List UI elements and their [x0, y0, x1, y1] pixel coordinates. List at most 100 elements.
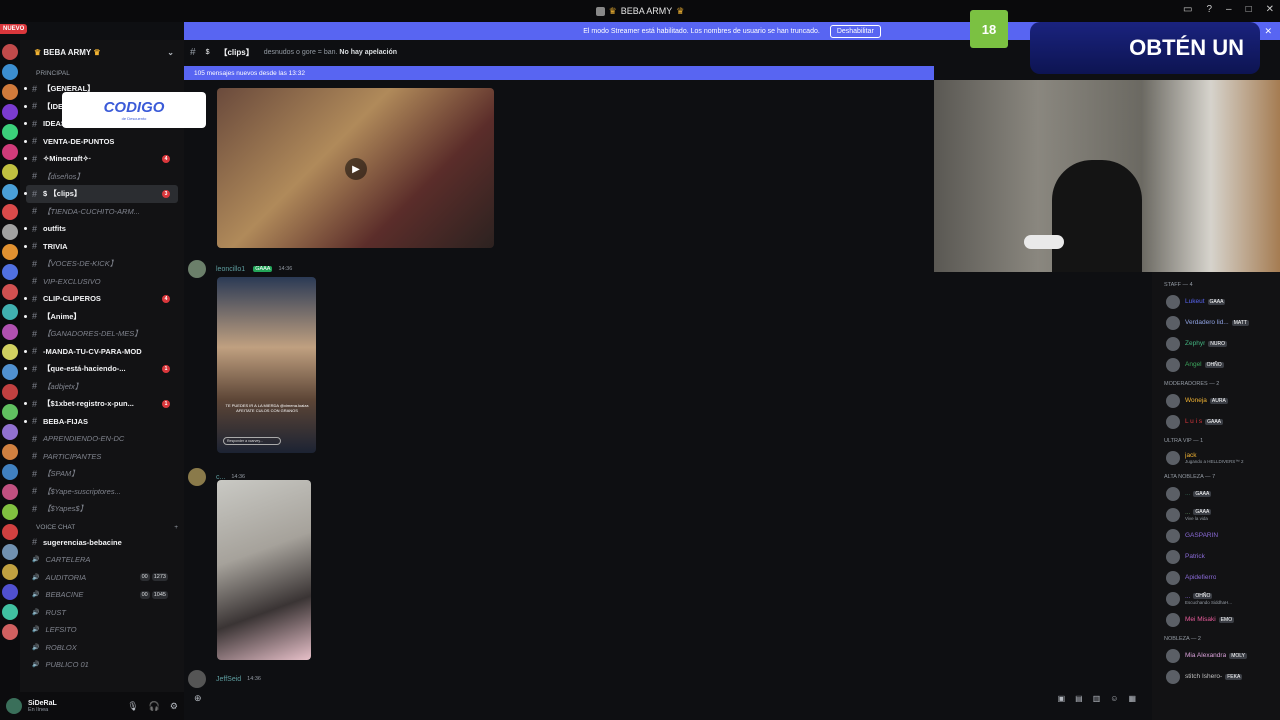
channel-item[interactable]: # VIP-EXCLUSIVO	[26, 273, 178, 291]
voice-channel-item[interactable]: 🔊 BEBACINE 00 1045	[26, 586, 178, 604]
member-item[interactable]: Woneja AURA	[1158, 390, 1274, 411]
server-icon[interactable]	[2, 584, 18, 600]
server-icon[interactable]	[2, 384, 18, 400]
emoji-icon[interactable]: ☺	[1110, 694, 1118, 703]
voice-channel-item[interactable]: 🔊 RUST	[26, 604, 178, 622]
message-input[interactable]	[210, 692, 1050, 704]
voice-channel-item[interactable]: 🔊 PUBLICO 01	[26, 656, 178, 674]
category-voice-chat[interactable]: VOICE CHAT +	[26, 518, 178, 534]
server-icon[interactable]	[2, 84, 18, 100]
server-icon[interactable]	[2, 484, 18, 500]
apps-icon[interactable]: ▦	[1128, 694, 1136, 703]
server-icon[interactable]	[2, 144, 18, 160]
channel-item[interactable]: # ✧Minecraft✧· 4	[24, 150, 178, 168]
disable-streamer-button[interactable]: Deshabilitar	[829, 24, 881, 38]
channel-item[interactable]: # 【Anime】	[24, 308, 178, 326]
channel-item[interactable]: # 【TIENDA-CUCHITO-ARM...	[26, 203, 178, 221]
avatar[interactable]	[188, 670, 206, 688]
member-item[interactable]: ... GAAA Vive la vida	[1158, 504, 1274, 525]
channel-item[interactable]: # 【GANADORES-DEL-MES】	[26, 325, 178, 343]
voice-channel-item[interactable]: 🔊 LEFSITO	[26, 621, 178, 639]
category-principal[interactable]: PRINCIPAL	[26, 64, 178, 80]
gift-icon[interactable]: ▣	[1058, 694, 1066, 703]
member-item[interactable]: GASPARIN	[1158, 525, 1274, 546]
channel-item[interactable]: # BEBA-FIJAS	[24, 413, 178, 431]
channel-item[interactable]: # 【que-está-haciendo-... 1	[24, 360, 178, 378]
server-icon[interactable]	[2, 424, 18, 440]
channel-item[interactable]: # $ 【clips】 3	[24, 185, 178, 203]
server-icon[interactable]	[2, 624, 18, 640]
avatar[interactable]	[188, 468, 206, 486]
member-item[interactable]: jack Jugando a HELLDIVERS™ 2	[1158, 447, 1274, 468]
member-item[interactable]: Zephyr NURO	[1158, 333, 1274, 354]
channel-item[interactable]: # outfits	[24, 220, 178, 238]
server-icon[interactable]	[2, 244, 18, 260]
member-item[interactable]: Mei Misaki EMO	[1158, 609, 1274, 630]
guild-header[interactable]: ♛ BEBA ARMY ♛ ⌄	[20, 40, 184, 64]
voice-channel-item[interactable]: # sugerencias-bebacine	[26, 534, 178, 552]
server-icon[interactable]	[2, 464, 18, 480]
voice-channel-item[interactable]: 🔊 AUDITORIA 00 1273	[26, 569, 178, 587]
server-icon[interactable]	[2, 264, 18, 280]
channel-item[interactable]: # 【VOCES-DE-KICK】	[26, 255, 178, 273]
clip-video-thumbnail[interactable]: ▶	[217, 88, 494, 248]
channel-item[interactable]: # APRENDIENDO-EN-DC	[26, 430, 178, 448]
reply-field[interactable]: Responder a xcarvey...	[223, 437, 281, 445]
server-icon[interactable]	[2, 184, 18, 200]
channel-item[interactable]: # 【SPAM】	[26, 465, 178, 483]
server-icon[interactable]	[2, 64, 18, 80]
channel-item[interactable]: # PARTICIPANTES	[26, 448, 178, 466]
server-icon[interactable]	[2, 544, 18, 560]
server-icon[interactable]	[2, 224, 18, 240]
sticker-icon[interactable]: ▥	[1093, 694, 1101, 703]
server-icon[interactable]	[2, 344, 18, 360]
server-icon[interactable]	[2, 444, 18, 460]
server-icon[interactable]	[2, 104, 18, 120]
channel-item[interactable]: # -MANDA-TU-CV-PARA-MOD	[24, 343, 178, 361]
mic-icon[interactable]: 🎙	[127, 701, 138, 712]
server-icon[interactable]	[2, 324, 18, 340]
server-icon[interactable]	[2, 164, 18, 180]
maximize-icon[interactable]: □	[1246, 4, 1252, 15]
new-messages-bar[interactable]: 105 mensajes nuevos desde las 13:32	[184, 66, 934, 80]
gif-icon[interactable]: ▤	[1075, 694, 1083, 703]
server-icon[interactable]	[2, 364, 18, 380]
message-author[interactable]: leoncillo1	[216, 266, 245, 273]
server-icon[interactable]	[2, 524, 18, 540]
close-banner-icon[interactable]: ✕	[1264, 26, 1272, 37]
channel-item[interactable]: # 【$1xbet-registro-x-pun... 1	[24, 395, 178, 413]
member-item[interactable]: Verdadero lid... MATT	[1158, 312, 1274, 333]
member-item[interactable]: ... OHÑO Escuchando SiddhaH...	[1158, 588, 1274, 609]
gear-icon[interactable]: ⚙	[170, 701, 178, 712]
server-icon[interactable]	[2, 124, 18, 140]
channel-item[interactable]: # 【diseños】	[26, 168, 178, 186]
channel-item[interactable]: # TRIVIA	[24, 238, 178, 256]
member-item[interactable]: Mia Alexandra MOLY	[1158, 645, 1274, 666]
channel-item[interactable]: # 【$Yapes$】	[26, 500, 178, 518]
clip-video-thumbnail[interactable]	[217, 480, 311, 660]
help-icon[interactable]: ?	[1206, 4, 1212, 15]
message-author[interactable]: JeffSeid	[216, 676, 241, 683]
channel-item[interactable]: # 【$Yape-suscriptores...	[26, 483, 178, 501]
attach-plus-icon[interactable]: ⊕	[194, 693, 202, 704]
channel-item[interactable]: # VENTA-DE-PUNTOS	[24, 133, 178, 151]
minimize-icon[interactable]: –	[1226, 4, 1232, 15]
member-item[interactable]: Apidefierro	[1158, 567, 1274, 588]
add-channel-icon[interactable]: +	[174, 524, 178, 531]
member-item[interactable]: Lukeut GAAA	[1158, 291, 1274, 312]
server-icon[interactable]	[2, 44, 18, 60]
server-icon[interactable]	[2, 564, 18, 580]
server-icon[interactable]	[2, 504, 18, 520]
server-icon[interactable]	[2, 284, 18, 300]
member-item[interactable]: stitch Ishero- FEKA	[1158, 666, 1274, 687]
member-item[interactable]: Patrick	[1158, 546, 1274, 567]
play-icon[interactable]: ▶	[345, 158, 367, 180]
server-icon[interactable]	[2, 304, 18, 320]
clip-video-thumbnail[interactable]: TE PUEDES IR A LA MIERDA @ximena.loaiza …	[217, 277, 316, 453]
voice-channel-item[interactable]: 🔊 CARTELERA	[26, 551, 178, 569]
server-icon[interactable]	[2, 204, 18, 220]
channel-item[interactable]: # CLIP-CLIPEROS 4	[24, 290, 178, 308]
server-icon[interactable]	[2, 604, 18, 620]
headphones-icon[interactable]: 🎧	[149, 701, 160, 712]
avatar[interactable]	[188, 260, 206, 278]
